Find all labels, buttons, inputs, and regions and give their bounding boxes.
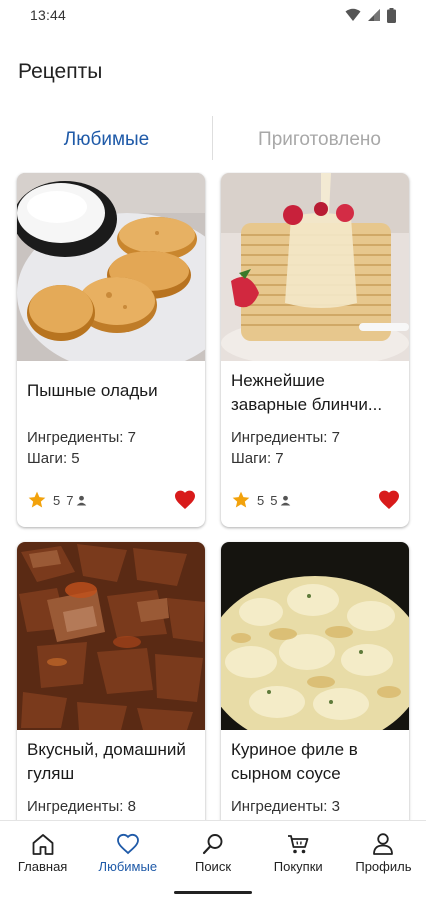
recipe-image [221, 542, 409, 730]
home-icon [32, 834, 53, 855]
recipe-image [221, 173, 409, 361]
users-count: 5 [270, 492, 278, 508]
nav-home[interactable]: Главная [0, 821, 85, 879]
recipe-title: Пышные оладьи [27, 381, 158, 400]
profile-icon [373, 833, 394, 855]
favorite-heart-icon[interactable] [377, 488, 401, 512]
person-icon [77, 495, 87, 506]
recipe-card-goulash[interactable]: Вкусный, домашний гуляш Ингредиенты: 8 [17, 542, 205, 820]
nav-label: Главная [17, 859, 68, 874]
battery-icon [387, 7, 396, 23]
status-icons [345, 7, 396, 23]
wifi-icon [345, 8, 361, 21]
bottom-navigation: Главная Любимые Поиск Покупки Профиль [0, 820, 426, 900]
heart-outline-icon [116, 833, 139, 855]
cellular-signal-icon [368, 9, 380, 21]
recipe-card-chicken[interactable]: Куриное филе в сырном соусе Ингредиенты:… [221, 542, 409, 820]
recipe-footer: 5 7 [27, 487, 197, 513]
recipe-title: Куриное филе в сырном соусе [231, 740, 358, 783]
recipe-meta: Ингредиенты: 7 Шаги: 7 [231, 427, 340, 469]
person-icon [281, 495, 291, 506]
steps-count: Шаги: 5 [27, 450, 80, 467]
tab-divider [212, 116, 213, 160]
recipe-image [17, 542, 205, 730]
ingredients-count: Ингредиенты: 3 [231, 798, 340, 815]
recipe-title: Нежнейшие заварные блинчи... [231, 371, 383, 414]
recipe-meta: Ингредиенты: 3 [231, 796, 340, 817]
steps-count: Шаги: 7 [231, 450, 284, 467]
tab-cooked[interactable]: Приготовлено [213, 114, 426, 166]
ingredients-count: Ингредиенты: 7 [27, 429, 136, 446]
recipe-footer: 5 5 [231, 487, 401, 513]
nav-search[interactable]: Поиск [170, 821, 255, 879]
tab-favorites[interactable]: Любимые [0, 114, 213, 166]
recipe-title: Вкусный, домашний гуляш [27, 740, 186, 783]
status-time: 13:44 [30, 7, 67, 23]
ingredients-count: Ингредиенты: 8 [27, 798, 136, 815]
ingredients-count: Ингредиенты: 7 [231, 429, 340, 446]
rating-value: 5 [53, 492, 61, 508]
search-icon [202, 834, 223, 855]
recipe-meta: Ингредиенты: 8 [27, 796, 136, 817]
recipe-image [17, 173, 205, 361]
nav-favorites[interactable]: Любимые [85, 821, 170, 879]
tab-bar: Любимые Приготовлено [0, 114, 426, 166]
recipe-card-pancakes[interactable]: Пышные оладьи Ингредиенты: 7 Шаги: 5 5 7 [17, 173, 205, 527]
rating-value: 5 [257, 492, 265, 508]
nav-profile[interactable]: Профиль [341, 821, 426, 879]
favorite-heart-icon[interactable] [173, 488, 197, 512]
nav-label: Профиль [355, 859, 412, 874]
recipe-card-crepes[interactable]: Нежнейшие заварные блинчи... Ингредиенты… [221, 173, 409, 527]
users-count: 7 [66, 492, 74, 508]
status-bar: 13:44 [0, 0, 426, 30]
nav-shopping[interactable]: Покупки [256, 821, 341, 879]
nav-label: Покупки [273, 859, 323, 874]
nav-label: Поиск [194, 859, 232, 874]
star-icon [28, 491, 46, 508]
recipe-grid[interactable]: Пышные оладьи Ингредиенты: 7 Шаги: 5 5 7 [0, 172, 426, 820]
star-icon [232, 491, 250, 508]
nav-label: Любимые [98, 859, 158, 874]
recipe-meta: Ингредиенты: 7 Шаги: 5 [27, 427, 136, 469]
page-title: Рецепты [18, 60, 103, 83]
cart-icon [288, 835, 309, 854]
home-indicator[interactable] [174, 891, 252, 894]
